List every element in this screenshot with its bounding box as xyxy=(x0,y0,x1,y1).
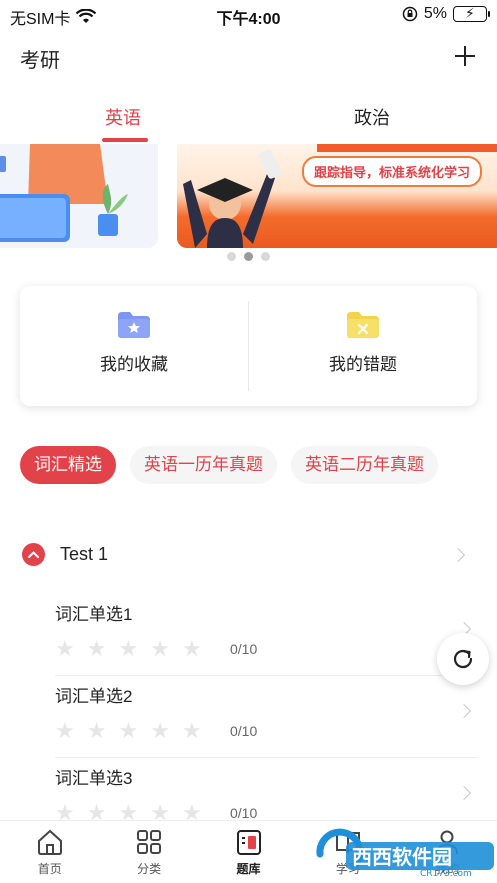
star-icon: ★ xyxy=(86,718,107,743)
item-title: 词汇单选3 xyxy=(55,769,133,788)
add-icon[interactable] xyxy=(455,46,475,66)
nav-question-bank[interactable]: 题库 xyxy=(199,821,298,883)
tab-politics[interactable]: 政治 xyxy=(354,104,390,130)
star-icon: ★ xyxy=(181,636,202,661)
star-icon: ★ xyxy=(118,636,139,661)
battery-percent: 5% xyxy=(423,5,447,22)
my-favorites-label: 我的收藏 xyxy=(100,355,168,374)
star-folder-icon xyxy=(118,312,150,338)
tab-english[interactable]: 英语 xyxy=(105,104,141,130)
chip-vocabulary[interactable]: 词汇精选 xyxy=(20,446,116,484)
item-progress: 0/10 xyxy=(230,723,258,739)
orientation-lock-icon xyxy=(402,6,418,22)
star-icon: ★ xyxy=(55,718,75,743)
nav-home[interactable]: 首页 xyxy=(0,821,99,883)
svg-text:西西软件园: 西西软件园 xyxy=(352,845,452,869)
list-item[interactable]: 词汇单选1 ★ ★ ★ ★ ★ 0/10 xyxy=(55,594,477,676)
category-chips: 词汇精选 英语一历年真题 英语二历年真题 xyxy=(20,446,438,484)
item-title: 词汇单选2 xyxy=(55,687,133,706)
star-rating: ★ ★ ★ ★ ★ xyxy=(55,720,202,742)
chip-english-two-past-exams[interactable]: 英语二历年真题 xyxy=(291,446,438,484)
chevron-right-icon xyxy=(456,785,472,801)
refresh-icon xyxy=(453,649,473,669)
status-bar: 无SIM卡 下午4:00 5% ⚡ xyxy=(0,0,497,30)
study-illustration xyxy=(0,144,128,242)
my-mistakes-label: 我的错题 xyxy=(329,355,397,374)
my-favorites-button[interactable]: 我的收藏 xyxy=(20,286,248,406)
refresh-button[interactable] xyxy=(437,633,489,685)
star-rating: ★ ★ ★ ★ ★ xyxy=(55,638,202,660)
header: 考研 xyxy=(0,38,497,78)
star-icon: ★ xyxy=(150,636,170,661)
subject-tabs: 英语 政治 xyxy=(0,98,497,144)
item-progress: 0/10 xyxy=(230,641,258,657)
star-icon: ★ xyxy=(86,636,107,661)
page-title: 考研 xyxy=(20,50,60,72)
exercise-list: 词汇单选1 ★ ★ ★ ★ ★ 0/10 词汇单选2 ★ ★ ★ ★ ★ 0/10 词汇单选3 … xyxy=(55,594,477,840)
chevron-right-icon xyxy=(450,547,466,563)
nav-category-label: 分类 xyxy=(137,862,162,876)
star-icon: ★ xyxy=(55,636,75,661)
quick-actions-card: 我的收藏 我的错题 xyxy=(20,286,477,406)
chevron-right-icon xyxy=(456,703,472,719)
section-title: Test 1 xyxy=(60,544,109,564)
grid-icon xyxy=(137,830,162,854)
star-icon: ★ xyxy=(181,718,202,743)
banner-slide-previous[interactable] xyxy=(0,144,158,248)
chip-english-one-past-exams[interactable]: 英语一历年真题 xyxy=(130,446,277,484)
collapse-icon[interactable] xyxy=(22,543,45,566)
status-right: 5% ⚡ xyxy=(402,5,490,23)
item-progress: 0/10 xyxy=(230,805,258,821)
nav-category[interactable]: 分类 xyxy=(99,821,198,883)
banner-caption: 跟踪指导，标准系统化学习 xyxy=(302,156,483,187)
active-tab-indicator xyxy=(102,138,148,142)
item-title: 词汇单选1 xyxy=(55,605,133,624)
error-folder-icon xyxy=(347,312,379,338)
nav-question-bank-label: 题库 xyxy=(236,862,261,876)
banner-carousel[interactable]: 跟踪指导，标准系统化学习 xyxy=(0,144,497,250)
banner-slide-current[interactable]: 跟踪指导，标准系统化学习 xyxy=(177,144,497,248)
star-icon: ★ xyxy=(118,718,139,743)
carousel-indicator xyxy=(0,252,497,261)
carousel-dot xyxy=(261,252,270,261)
watermark-logo: 西西软件园 CR173.com xyxy=(312,828,497,880)
home-icon xyxy=(37,829,62,855)
carousel-dot-active xyxy=(244,252,253,261)
svg-text:CR173.com: CR173.com xyxy=(420,869,472,879)
star-icon: ★ xyxy=(150,718,170,743)
question-bank-icon xyxy=(236,830,261,855)
carousel-dot xyxy=(227,252,236,261)
nav-home-label: 首页 xyxy=(37,862,62,876)
battery-icon: ⚡ xyxy=(453,5,490,22)
section-header[interactable]: Test 1 xyxy=(22,540,477,570)
list-item[interactable]: 词汇单选2 ★ ★ ★ ★ ★ 0/10 xyxy=(55,676,477,758)
my-mistakes-button[interactable]: 我的错题 xyxy=(249,286,477,406)
